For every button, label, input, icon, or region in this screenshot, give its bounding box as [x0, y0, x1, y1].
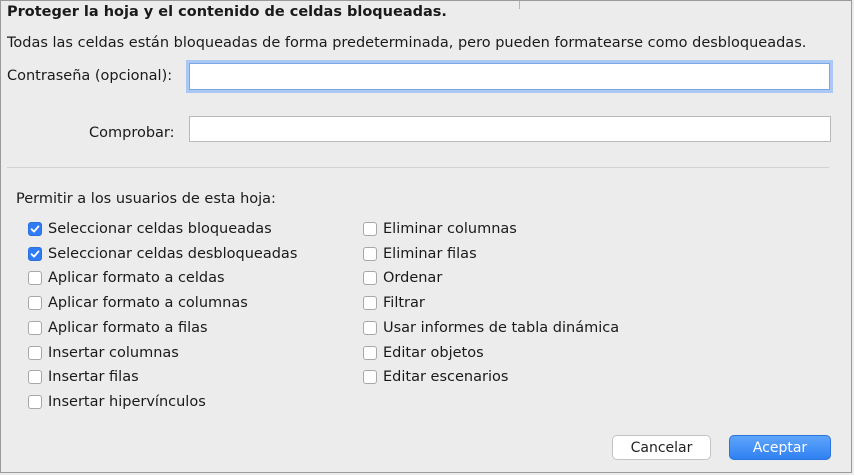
permission-label: Seleccionar celdas desbloqueadas	[48, 245, 298, 262]
permission-option[interactable]: Ordenar	[363, 268, 442, 288]
permission-label: Ordenar	[383, 270, 443, 287]
permission-label: Insertar filas	[48, 369, 139, 386]
checkbox[interactable]	[28, 370, 42, 385]
checkbox[interactable]	[363, 296, 377, 311]
window-divider	[519, 1, 520, 9]
permissions-heading: Permitir a los usuarios de esta hoja:	[16, 191, 276, 207]
permission-option[interactable]: Usar informes de tabla dinámica	[363, 318, 619, 338]
checkmark-icon	[30, 250, 40, 258]
checkbox[interactable]	[28, 271, 42, 286]
password-label: Contraseña (opcional):	[7, 68, 173, 84]
permission-option[interactable]: Seleccionar celdas bloqueadas	[28, 219, 272, 239]
permission-label: Insertar columnas	[48, 344, 179, 361]
permission-option[interactable]: Eliminar filas	[363, 244, 477, 264]
checkbox[interactable]	[363, 222, 377, 236]
permission-option[interactable]: Aplicar formato a celdas	[28, 268, 225, 288]
checkbox[interactable]	[363, 370, 377, 385]
cancel-button[interactable]: Cancelar	[612, 435, 711, 460]
verify-label: Comprobar:	[89, 125, 175, 141]
permission-label: Aplicar formato a columnas	[48, 295, 248, 312]
protect-sheet-dialog: Proteger la hoja y el contenido de celda…	[0, 0, 852, 473]
section-divider	[7, 167, 829, 168]
password-field[interactable]	[189, 63, 830, 90]
permission-label: Eliminar filas	[383, 245, 477, 262]
checkbox[interactable]	[28, 394, 42, 409]
permission-option[interactable]: Insertar hipervínculos	[28, 392, 206, 412]
checkbox[interactable]	[363, 271, 377, 286]
checkbox[interactable]	[363, 320, 377, 335]
permission-option[interactable]: Seleccionar celdas desbloqueadas	[28, 244, 297, 264]
checkbox[interactable]	[28, 222, 42, 236]
permission-label: Insertar hipervínculos	[48, 393, 206, 410]
permission-label: Aplicar formato a filas	[48, 319, 208, 336]
permission-label: Filtrar	[383, 295, 425, 312]
permission-option[interactable]: Editar escenarios	[363, 367, 508, 387]
checkbox[interactable]	[28, 296, 42, 311]
checkbox[interactable]	[363, 345, 377, 360]
checkmark-icon	[30, 225, 40, 233]
permission-label: Eliminar columnas	[383, 221, 517, 237]
checkbox[interactable]	[28, 320, 42, 335]
checkbox[interactable]	[28, 345, 42, 360]
verify-field[interactable]	[189, 116, 831, 142]
permission-label: Aplicar formato a celdas	[48, 270, 225, 287]
permission-option[interactable]: Filtrar	[363, 293, 425, 313]
permission-option[interactable]: Editar objetos	[363, 343, 484, 363]
permission-option[interactable]: Insertar filas	[28, 367, 139, 387]
checkbox[interactable]	[28, 246, 42, 261]
permission-label: Editar objetos	[383, 344, 484, 361]
permission-option[interactable]: Aplicar formato a filas	[28, 318, 208, 338]
permission-option[interactable]: Aplicar formato a columnas	[28, 293, 248, 313]
permission-label: Editar escenarios	[383, 369, 509, 386]
dialog-title: Proteger la hoja y el contenido de celda…	[7, 4, 447, 20]
permission-label: Seleccionar celdas bloqueadas	[48, 221, 272, 237]
accept-button[interactable]: Aceptar	[729, 435, 831, 460]
checkbox[interactable]	[363, 246, 377, 261]
dialog-description: Todas las celdas están bloqueadas de for…	[7, 35, 807, 51]
permission-label: Usar informes de tabla dinámica	[383, 319, 620, 336]
permission-option[interactable]: Insertar columnas	[28, 343, 179, 363]
permission-option[interactable]: Eliminar columnas	[363, 219, 517, 239]
